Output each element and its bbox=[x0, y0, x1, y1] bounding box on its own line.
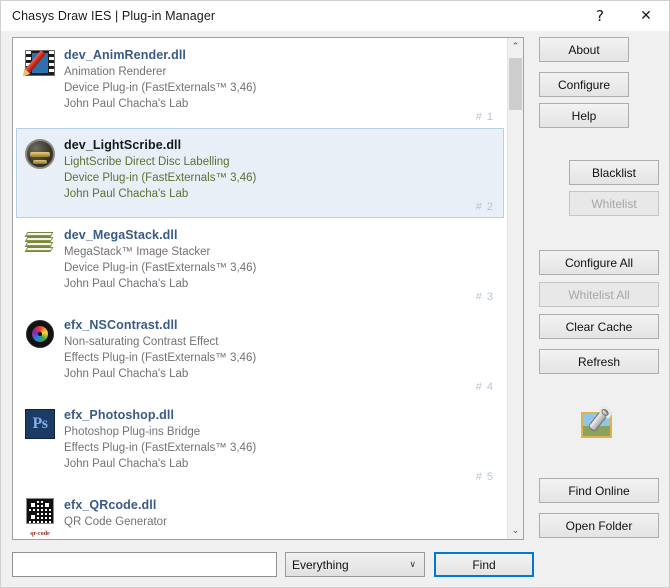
plugin-kind: Effects Plug-in (FastExternals™ 3,46) bbox=[64, 350, 503, 366]
list-item-body: dev_LightScribe.dll LightScribe Direct D… bbox=[64, 135, 503, 202]
list-item[interactable]: Ps efx_Photoshop.dll Photoshop Plug-ins … bbox=[16, 398, 504, 488]
lightscribe-disc-icon bbox=[23, 137, 57, 171]
qr-code-icon: qr-code bbox=[23, 497, 57, 531]
plugin-list: dev_AnimRender.dll Animation Renderer De… bbox=[13, 38, 507, 539]
plugin-kind: Device Plug-in (FastExternals™ 3,46) bbox=[64, 170, 503, 186]
plugin-description: Animation Renderer bbox=[64, 64, 503, 80]
help-button-panel[interactable]: Help bbox=[539, 103, 629, 128]
find-online-button[interactable]: Find Online bbox=[539, 478, 659, 503]
plugin-index: # 1 bbox=[476, 111, 494, 123]
plugin-name: dev_MegaStack.dll bbox=[64, 227, 503, 244]
color-wheel-icon bbox=[23, 317, 57, 351]
scroll-down-icon[interactable]: ⌄ bbox=[508, 522, 523, 539]
film-pencil-icon bbox=[23, 47, 57, 81]
find-button[interactable]: Find bbox=[434, 552, 534, 577]
plugin-index: # 4 bbox=[476, 381, 494, 393]
whitelist-button: Whitelist bbox=[569, 191, 659, 216]
plugin-list-panel[interactable]: dev_AnimRender.dll Animation Renderer De… bbox=[12, 37, 524, 540]
list-item[interactable]: dev_LightScribe.dll LightScribe Direct D… bbox=[16, 128, 504, 218]
list-item-body: efx_NSContrast.dll Non-saturating Contra… bbox=[64, 315, 503, 382]
list-item-body: efx_QRcode.dll QR Code Generator bbox=[64, 495, 503, 530]
refresh-button[interactable]: Refresh bbox=[539, 349, 659, 374]
configure-all-button[interactable]: Configure All bbox=[539, 250, 659, 275]
chevron-down-icon: ∨ bbox=[409, 560, 416, 570]
plugin-description: QR Code Generator bbox=[64, 514, 503, 530]
open-folder-button[interactable]: Open Folder bbox=[539, 513, 659, 538]
whitelist-all-button: Whitelist All bbox=[539, 282, 659, 307]
plugin-description: Non-saturating Contrast Effect bbox=[64, 334, 503, 350]
plugin-vendor: John Paul Chacha's Lab bbox=[64, 96, 503, 112]
plugin-vendor: John Paul Chacha's Lab bbox=[64, 186, 503, 202]
plugin-kind: Device Plug-in (FastExternals™ 3,46) bbox=[64, 260, 503, 276]
plugin-kind: Effects Plug-in (FastExternals™ 3,46) bbox=[64, 440, 503, 456]
plugin-index: # 2 bbox=[476, 201, 494, 213]
plugin-vendor: John Paul Chacha's Lab bbox=[64, 456, 503, 472]
plugin-name: dev_AnimRender.dll bbox=[64, 47, 503, 64]
scroll-up-icon[interactable]: ⌃ bbox=[508, 38, 523, 55]
plugin-name: efx_NSContrast.dll bbox=[64, 317, 503, 334]
plugin-name: dev_LightScribe.dll bbox=[64, 137, 503, 154]
list-item[interactable]: dev_AnimRender.dll Animation Renderer De… bbox=[16, 38, 504, 128]
plugin-manager-window: Chasys Draw IES | Plug-in Manager ? ✕ de… bbox=[0, 0, 670, 588]
list-item[interactable]: efx_NSContrast.dll Non-saturating Contra… bbox=[16, 308, 504, 398]
list-scrollbar[interactable]: ⌃ ⌄ bbox=[507, 38, 523, 539]
help-button[interactable]: ? bbox=[577, 1, 623, 31]
list-item[interactable]: dev_MegaStack.dll MegaStack™ Image Stack… bbox=[16, 218, 504, 308]
plugin-name: efx_QRcode.dll bbox=[64, 497, 503, 514]
blacklist-button[interactable]: Blacklist bbox=[569, 160, 659, 185]
window-title: Chasys Draw IES | Plug-in Manager bbox=[12, 9, 215, 23]
layer-stack-icon bbox=[23, 227, 57, 261]
list-item-body: dev_MegaStack.dll MegaStack™ Image Stack… bbox=[64, 225, 503, 292]
plugin-vendor: John Paul Chacha's Lab bbox=[64, 366, 503, 382]
list-item[interactable]: qr-code efx_QRcode.dll QR Code Generator bbox=[16, 488, 504, 539]
plugin-index: # 5 bbox=[476, 471, 494, 483]
plugin-name: efx_Photoshop.dll bbox=[64, 407, 503, 424]
list-item-body: dev_AnimRender.dll Animation Renderer De… bbox=[64, 45, 503, 112]
list-item-body: efx_Photoshop.dll Photoshop Plug-ins Bri… bbox=[64, 405, 503, 472]
close-button[interactable]: ✕ bbox=[623, 1, 669, 31]
image-wrench-icon bbox=[579, 406, 619, 446]
filter-dropdown[interactable]: Everything ∨ bbox=[285, 552, 425, 577]
plugin-description: LightScribe Direct Disc Labelling bbox=[64, 154, 503, 170]
plugin-index: # 3 bbox=[476, 291, 494, 303]
question-mark-icon: ? bbox=[596, 9, 604, 24]
photoshop-icon: Ps bbox=[23, 407, 57, 441]
plugin-vendor: John Paul Chacha's Lab bbox=[64, 276, 503, 292]
plugin-kind: Device Plug-in (FastExternals™ 3,46) bbox=[64, 80, 503, 96]
close-icon: ✕ bbox=[640, 9, 652, 23]
scrollbar-thumb[interactable] bbox=[509, 58, 522, 110]
configure-button[interactable]: Configure bbox=[539, 72, 629, 97]
filter-selected-value: Everything bbox=[292, 558, 349, 572]
plugin-description: MegaStack™ Image Stacker bbox=[64, 244, 503, 260]
search-input[interactable] bbox=[12, 552, 277, 577]
plugin-description: Photoshop Plug-ins Bridge bbox=[64, 424, 503, 440]
about-button[interactable]: About bbox=[539, 37, 629, 62]
title-bar: Chasys Draw IES | Plug-in Manager ? ✕ bbox=[1, 1, 669, 31]
clear-cache-button[interactable]: Clear Cache bbox=[539, 314, 659, 339]
